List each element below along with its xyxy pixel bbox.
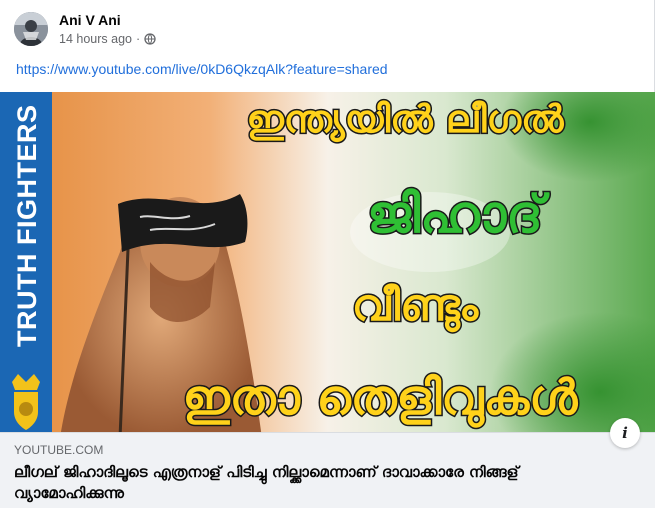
facebook-post: Ani V Ani 14 hours ago · https://www.you…: [0, 0, 655, 508]
globe-icon: [144, 33, 156, 45]
header-text: Ani V Ani 14 hours ago ·: [59, 11, 156, 47]
info-icon[interactable]: i: [610, 418, 640, 448]
post-header: Ani V Ani 14 hours ago ·: [14, 9, 156, 49]
video-thumbnail[interactable]: TRUTH FIGHTERS ഇന്ത്യയിൽ ലീഗൽ ജിഹാദ് വീണ…: [0, 92, 655, 438]
black-flag-illustration: [118, 194, 248, 252]
post-timestamp[interactable]: 14 hours ago: [59, 31, 132, 47]
preview-title: ലീഗല് ജിഹാദിലൂടെ എത്രനാള് പിടിച്ചു നില്ക…: [14, 463, 519, 502]
post-meta: 14 hours ago ·: [59, 31, 156, 47]
author-avatar[interactable]: [14, 12, 48, 46]
headline-line-2: ജിഹാദ്: [367, 185, 550, 245]
side-banner-text: TRUTH FIGHTERS: [12, 105, 42, 348]
headline-line-4: ഇതാ തെളിവുകൾ: [183, 370, 579, 428]
post-link[interactable]: https://www.youtube.com/live/0kD6QkzqAlk…: [16, 61, 388, 77]
preview-domain: YOUTUBE.COM: [14, 443, 104, 457]
link-preview[interactable]: YOUTUBE.COM ലീഗല് ജിഹാദിലൂടെ എത്രനാള് പി…: [0, 432, 655, 508]
headline-line-3: വീണ്ടും: [352, 280, 480, 333]
meta-separator: ·: [135, 32, 141, 46]
author-name[interactable]: Ani V Ani: [59, 11, 156, 29]
headline-line-1: ഇന്ത്യയിൽ ലീഗൽ: [247, 97, 565, 143]
